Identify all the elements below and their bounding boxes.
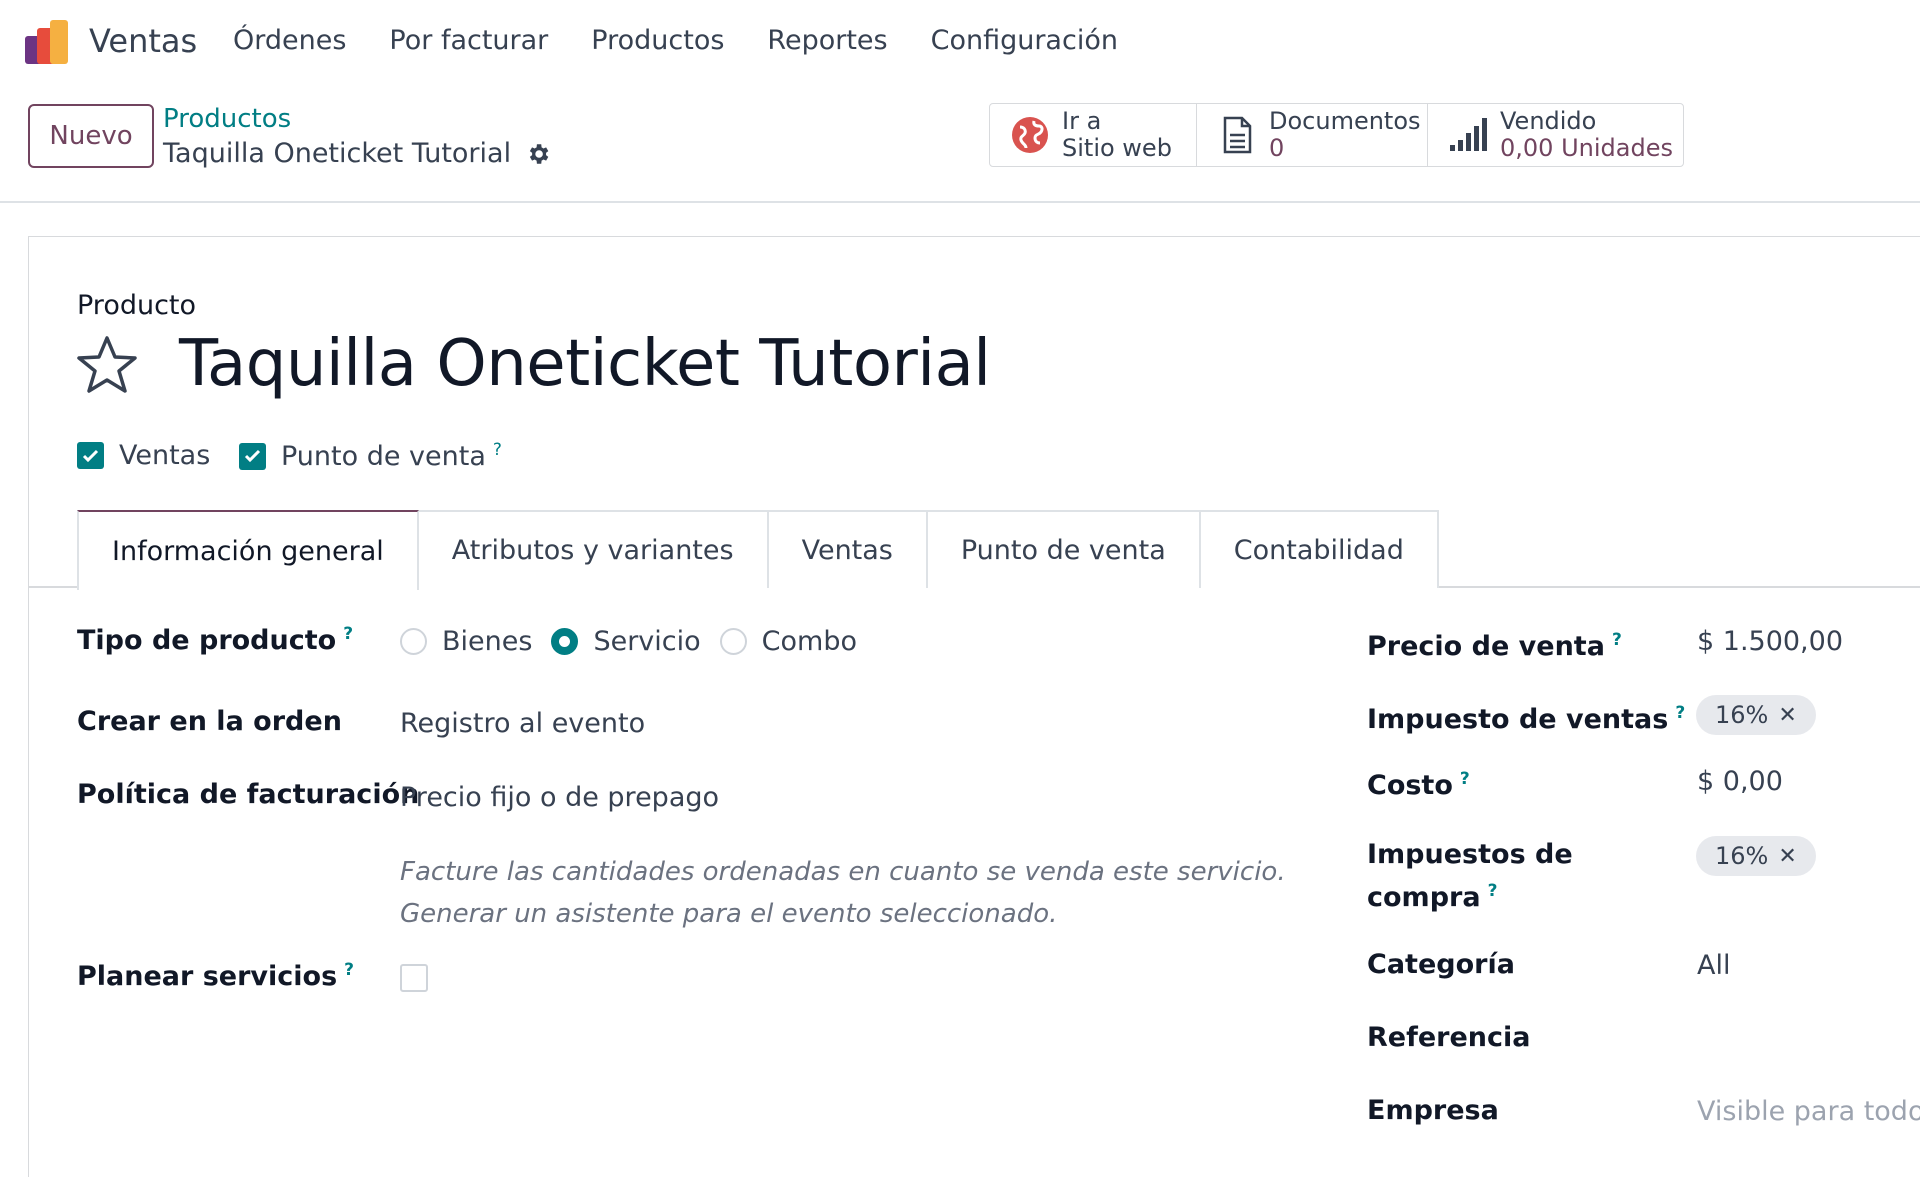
close-icon[interactable]: ✕ xyxy=(1778,703,1796,728)
smart-button-website-line1: Ir a xyxy=(1062,107,1102,135)
create-on-order-select[interactable]: Registro al evento xyxy=(400,708,645,739)
tab-punto-de-venta[interactable]: Punto de venta xyxy=(925,510,1201,588)
smart-button-documents-text: Documentos 0 xyxy=(1269,108,1421,162)
main-menu: Órdenes Por facturar Productos Reportes … xyxy=(233,25,1161,56)
notebook-tabs: Información general Atributos y variante… xyxy=(77,510,1439,590)
smart-button-documents-line1: Documentos xyxy=(1269,107,1421,135)
radio-combo[interactable] xyxy=(719,628,747,655)
field-label-sale-price-text: Precio de venta xyxy=(1367,631,1605,662)
help-tooltip-icon[interactable]: ? xyxy=(344,960,354,980)
menu-item-por-facturar[interactable]: Por facturar xyxy=(389,25,548,56)
smart-buttons: Ir a Sitio web Documentos 0 Vendido 0,00… xyxy=(989,103,1684,167)
help-tooltip-icon[interactable]: ? xyxy=(1612,630,1622,650)
company-select[interactable]: Visible para todos xyxy=(1697,1096,1920,1127)
document-icon xyxy=(1223,116,1252,154)
smart-button-sold-text: Vendido 0,00 Unidades xyxy=(1500,108,1673,162)
sales-app-logo-icon[interactable] xyxy=(25,20,71,64)
field-label-purchase-tax-line2-wrap: compra? xyxy=(1367,873,1573,916)
radio-servicio-label[interactable]: Servicio xyxy=(593,626,700,657)
checkbox-punto-de-venta-text: Punto de venta xyxy=(281,441,486,472)
menu-item-configuracion[interactable]: Configuración xyxy=(931,25,1118,56)
menu-item-reportes[interactable]: Reportes xyxy=(767,25,887,56)
sale-price-input[interactable]: $ 1.500,00 xyxy=(1697,626,1843,657)
sales-tax-tag-label: 16% xyxy=(1715,701,1769,729)
smart-button-documents[interactable]: Documentos 0 xyxy=(1197,104,1428,166)
app-name[interactable]: Ventas xyxy=(89,22,197,60)
purchase-tax-tag-label: 16% xyxy=(1715,842,1769,870)
help-tooltip-icon[interactable]: ? xyxy=(1675,703,1685,723)
field-label-cost-text: Costo xyxy=(1367,770,1453,801)
radio-bienes-label[interactable]: Bienes xyxy=(442,626,532,657)
checkbox-ventas-label: Ventas xyxy=(119,440,211,471)
smart-button-sold-value: 0,00 Unidades xyxy=(1500,134,1673,162)
product-type-heading: Producto xyxy=(77,290,197,321)
plan-services-checkbox[interactable] xyxy=(400,964,428,992)
smart-button-documents-count: 0 xyxy=(1269,134,1285,162)
field-label-category: Categoría xyxy=(1367,949,1515,980)
help-tooltip-icon[interactable]: ? xyxy=(1460,769,1470,789)
smart-button-website-line2: Sitio web xyxy=(1062,134,1172,162)
smart-button-website-text: Ir a Sitio web xyxy=(1062,108,1172,162)
field-label-cost: Costo? xyxy=(1367,761,1470,804)
sales-tax-tag[interactable]: 16% ✕ xyxy=(1696,695,1816,735)
menu-item-productos[interactable]: Productos xyxy=(591,25,724,56)
control-panel-divider xyxy=(0,201,1920,203)
hint-line: Facture las cantidades ordenadas en cuan… xyxy=(400,857,1286,887)
tab-atributos-variantes[interactable]: Atributos y variantes xyxy=(416,510,769,588)
field-label-purchase-tax-line1: Impuestos de xyxy=(1367,839,1573,870)
field-label-reference: Referencia xyxy=(1367,1022,1531,1053)
check-icon xyxy=(244,449,261,463)
field-label-product-type-text: Tipo de producto xyxy=(77,625,337,656)
help-tooltip-icon[interactable]: ? xyxy=(493,440,502,460)
globe-icon xyxy=(1012,117,1048,153)
field-label-plan-services-text: Planear servicios xyxy=(77,961,338,992)
cost-input[interactable]: $ 0,00 xyxy=(1697,766,1783,797)
invoice-policy-select[interactable]: Precio fijo o de prepago xyxy=(400,782,719,813)
smart-button-website[interactable]: Ir a Sitio web xyxy=(990,104,1197,166)
radio-bienes[interactable] xyxy=(400,628,427,655)
bar-chart-icon xyxy=(1450,118,1487,151)
field-label-purchase-tax: Impuestos de compra? xyxy=(1367,836,1573,916)
help-tooltip-icon[interactable]: ? xyxy=(343,624,353,644)
field-label-create-on-order: Crear en la orden xyxy=(77,706,342,737)
checkbox-ventas-box[interactable] xyxy=(77,442,104,469)
hint-line: Generar un asistente para el evento sele… xyxy=(400,899,1058,929)
field-label-sales-tax-text: Impuesto de ventas xyxy=(1367,704,1669,735)
tab-contabilidad[interactable]: Contabilidad xyxy=(1198,510,1439,588)
service-hint-text: Facture las cantidades ordenadas en cuan… xyxy=(400,851,1286,935)
check-icon xyxy=(82,449,99,462)
breadcrumb-parent-link[interactable]: Productos xyxy=(163,104,291,134)
checkbox-punto-de-venta[interactable]: Punto de venta? xyxy=(239,440,502,472)
checkbox-punto-de-venta-box[interactable] xyxy=(239,442,266,470)
smart-button-sold-line1: Vendido xyxy=(1500,107,1597,135)
radio-combo-label[interactable]: Combo xyxy=(762,626,857,657)
radio-servicio[interactable] xyxy=(551,628,579,655)
checkbox-ventas[interactable]: Ventas xyxy=(77,440,210,471)
star-icon[interactable] xyxy=(76,335,138,395)
tab-ventas[interactable]: Ventas xyxy=(766,510,928,588)
field-label-invoice-policy: Política de facturación xyxy=(77,779,420,810)
field-label-sales-tax: Impuesto de ventas? xyxy=(1367,695,1685,738)
checkbox-punto-de-venta-label: Punto de venta? xyxy=(281,440,502,472)
tab-informacion-general[interactable]: Información general xyxy=(77,510,419,590)
product-name-title[interactable]: Taquilla Oneticket Tutorial xyxy=(179,327,991,401)
smart-button-sold[interactable]: Vendido 0,00 Unidades xyxy=(1428,104,1683,166)
reference-input[interactable] xyxy=(1697,1022,1917,1058)
field-label-purchase-tax-line2: compra xyxy=(1367,882,1481,913)
product-type-radio-group: Bienes Servicio Combo xyxy=(400,626,876,657)
close-icon[interactable]: ✕ xyxy=(1778,844,1796,869)
breadcrumb-current-label: Taquilla Oneticket Tutorial xyxy=(163,138,512,169)
help-tooltip-icon[interactable]: ? xyxy=(1488,881,1498,901)
field-label-product-type: Tipo de producto? xyxy=(77,624,353,656)
gear-icon[interactable] xyxy=(525,141,551,167)
field-label-sale-price: Precio de venta? xyxy=(1367,622,1622,665)
field-label-company: Empresa xyxy=(1367,1095,1499,1126)
breadcrumb-current: Taquilla Oneticket Tutorial xyxy=(163,138,551,169)
menu-item-ordenes[interactable]: Órdenes xyxy=(233,25,346,56)
new-button[interactable]: Nuevo xyxy=(28,104,154,168)
category-select[interactable]: All xyxy=(1697,950,1730,981)
field-label-plan-services: Planear servicios? xyxy=(77,960,354,992)
top-navbar: Ventas Órdenes Por facturar Productos Re… xyxy=(0,0,1920,84)
purchase-tax-tag[interactable]: 16% ✕ xyxy=(1696,836,1816,876)
